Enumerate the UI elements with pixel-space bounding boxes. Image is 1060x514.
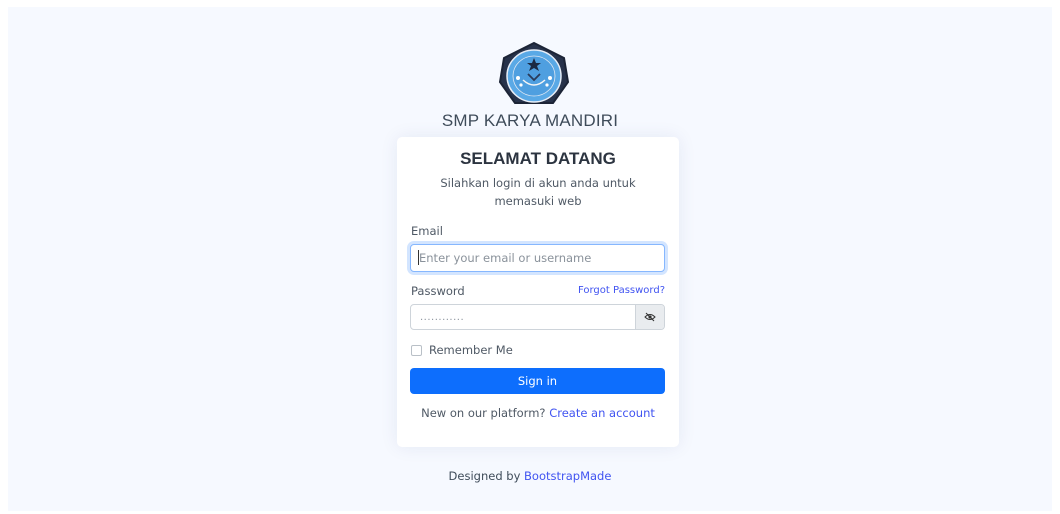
footer-credits: Designed by BootstrapMade [0, 469, 1060, 483]
school-crest-icon [498, 41, 570, 104]
password-toggle-button[interactable] [635, 305, 664, 329]
email-input[interactable] [410, 244, 665, 272]
email-label: Email [411, 224, 443, 238]
forgot-password-link[interactable]: Forgot Password? [578, 285, 665, 296]
login-subtitle: Silahkan login di akun anda untuk memasu… [440, 176, 636, 208]
password-label: Password [411, 284, 465, 298]
eye-slash-icon [644, 312, 656, 322]
text-caret [418, 250, 419, 265]
register-prompt-text: New on our platform? [421, 406, 546, 420]
create-account-link[interactable]: Create an account [549, 406, 655, 420]
password-field-group [410, 304, 665, 330]
credit-prefix: Designed by [448, 469, 521, 483]
remember-me-checkbox[interactable] [411, 344, 422, 356]
remember-me-row[interactable]: Remember Me [411, 343, 513, 357]
login-title: SELAMAT DATANG [460, 149, 616, 168]
register-prompt: New on our platform? Create an account [397, 406, 679, 420]
login-card: SELAMAT DATANG Silahkan login di akun an… [397, 137, 679, 447]
school-name: SMP KARYA MANDIRI [441, 111, 619, 130]
sign-in-button[interactable]: Sign in [410, 368, 665, 394]
password-input[interactable] [411, 305, 636, 329]
bootstrapmade-link[interactable]: BootstrapMade [524, 469, 611, 483]
remember-me-label: Remember Me [429, 343, 513, 357]
